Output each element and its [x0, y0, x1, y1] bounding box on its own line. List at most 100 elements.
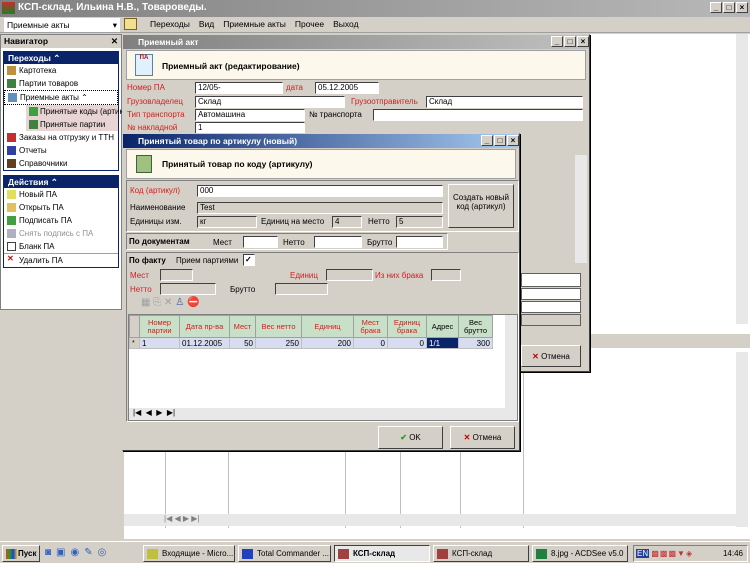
nav-item-reports[interactable]: Отчеты [4, 144, 118, 157]
bg-horizontal-scrollbar[interactable]: |◀ ◀ ▶ ▶| [124, 514, 736, 526]
group-actions[interactable]: Действия ⌃ [4, 176, 118, 188]
app-icon [2, 2, 15, 14]
col-brutto[interactable]: Вес брутто [458, 315, 493, 338]
units-label: Единицы изм. [130, 217, 182, 226]
nav-item-refs[interactable]: Справочники [4, 157, 118, 170]
action-sign[interactable]: Подписать ПА [4, 214, 118, 227]
group-perekhody[interactable]: Переходы ⌃ [4, 52, 118, 64]
nav-label: Приемные акты [20, 93, 79, 102]
cancel-button[interactable]: ✕ Отмена [450, 426, 515, 449]
col-places[interactable]: Мест [229, 315, 256, 338]
group-label: Переходы [8, 53, 51, 63]
nav-item-acts[interactable]: Приемные акты ⌃ [4, 90, 118, 105]
maximize-button[interactable]: □ [723, 2, 735, 13]
sender-field[interactable]: Склад [426, 96, 583, 108]
delete-row-icon[interactable]: ✕ [164, 297, 172, 308]
action-blank[interactable]: Бланк ПА [4, 240, 118, 254]
docs-netto-field[interactable] [314, 236, 362, 248]
batch-checkbox[interactable]: ✓ [243, 254, 255, 266]
action-new[interactable]: Новый ПА [4, 188, 118, 201]
start-button[interactable]: Пуск [2, 545, 40, 562]
user-icon[interactable]: ♙ [175, 297, 184, 308]
task-total-commander[interactable]: Total Commander ... [238, 545, 331, 562]
minimize-button[interactable]: _ [481, 135, 493, 146]
menu-prochee[interactable]: Прочее [295, 19, 324, 29]
nav-subitem-codes[interactable]: Принятые коды (артикулы) [26, 105, 140, 118]
cell-defect-units[interactable]: 0 [387, 337, 427, 349]
nav-item-partii[interactable]: Партии товаров [4, 77, 118, 90]
section-combo[interactable]: Приемные акты ▾ [4, 18, 120, 32]
nav-subitem-batches[interactable]: Принятые партии [26, 118, 118, 131]
cell-defect-places[interactable]: 0 [353, 337, 388, 349]
add-row-icon[interactable]: ▦ [141, 297, 150, 308]
docs-places-field[interactable] [243, 236, 278, 248]
cell-places[interactable]: 50 [229, 337, 256, 349]
task-ksp[interactable]: КСП-склад [433, 545, 529, 562]
close-icon[interactable]: ✕ [111, 36, 118, 47]
cell-date[interactable]: 01.12.2005 [179, 337, 230, 349]
col-units[interactable]: Единиц [301, 315, 354, 338]
create-code-button[interactable]: Создать новый код (артикул) [448, 184, 514, 228]
fact-netto-field [160, 283, 216, 295]
maximize-button[interactable]: □ [564, 36, 576, 47]
table-row[interactable]: * 1 01.12.2005 50 250 200 0 0 1/1 300 [129, 337, 493, 349]
docs-brutto-field[interactable] [396, 236, 443, 248]
owner-field[interactable]: Склад [195, 96, 345, 108]
col-address[interactable]: Адрес [426, 315, 459, 338]
menu-acts[interactable]: Приемные акты [223, 19, 286, 29]
ok-button[interactable]: ✔ OK [378, 426, 443, 449]
code-field[interactable]: 000 [197, 185, 443, 197]
bg-vertical-scrollbar[interactable] [736, 34, 748, 324]
pencil-icon[interactable]: ✎ [84, 547, 97, 558]
cell-batch-no[interactable]: 1 [139, 337, 180, 349]
task-acdsee[interactable]: 8.jpg - ACDSee v5.0 [532, 545, 628, 562]
col-netto[interactable]: Вес нетто [255, 315, 302, 338]
transport-type-field[interactable]: Автомашина [195, 109, 305, 121]
action-open[interactable]: Открыть ПА [4, 201, 118, 214]
language-indicator[interactable]: EN [636, 549, 650, 558]
orders-icon [7, 133, 16, 142]
transport-no-field[interactable] [373, 109, 583, 121]
cell-address[interactable]: 1/1 [426, 337, 459, 349]
task-label: КСП-склад [353, 549, 396, 558]
col-batch-no[interactable]: Номер партии [139, 315, 180, 338]
task-ksp-active[interactable]: КСП-склад [334, 545, 430, 562]
unsign-icon [7, 229, 16, 238]
cell-netto[interactable]: 250 [255, 337, 302, 349]
act-grid-vscroll[interactable] [575, 155, 587, 263]
maximize-button[interactable]: □ [494, 135, 506, 146]
stop-icon[interactable]: ⛔ [187, 297, 199, 308]
copy-icon[interactable]: ⎘ [153, 297, 161, 308]
number-field[interactable]: 12/05- [195, 82, 283, 94]
date-field[interactable]: 05.12.2005 [315, 82, 379, 94]
col-defect-places[interactable]: Мест брака [353, 315, 388, 338]
task-inbox[interactable]: Входящие - Micro... [143, 545, 235, 562]
save-icon[interactable]: ▣ [56, 547, 70, 558]
close-button[interactable]: × [507, 135, 519, 146]
outlook-icon[interactable]: ◙ [45, 547, 56, 558]
ksp-icon [338, 549, 349, 559]
cell-units[interactable]: 200 [301, 337, 354, 349]
col-date[interactable]: Дата пр-ва [179, 315, 230, 338]
minimize-button[interactable]: _ [551, 36, 563, 47]
nav-item-orders[interactable]: Заказы на отгрузку и ТТН [4, 131, 118, 144]
ie-icon[interactable]: ◉ [71, 547, 85, 558]
close-button[interactable]: × [577, 36, 589, 47]
act-cancel-button[interactable]: ✕ Отмена [521, 345, 581, 367]
up-folder-icon[interactable] [124, 18, 137, 30]
bg-vertical-scrollbar-2[interactable] [736, 352, 748, 527]
globe-icon[interactable]: ◎ [98, 547, 112, 558]
menu-vid[interactable]: Вид [199, 19, 214, 29]
grid-navigator[interactable]: |◀ ◀ ▶ ▶| [129, 408, 517, 420]
action-delete[interactable]: ✕ Удалить ПА [4, 254, 118, 267]
cell-brutto[interactable]: 300 [458, 337, 493, 349]
menu-perekhody[interactable]: Переходы [150, 19, 190, 29]
nav-item-kartoteka[interactable]: Картотека [4, 64, 118, 77]
cancel-label: Отмена [472, 433, 502, 442]
minimize-button[interactable]: _ [710, 2, 722, 13]
grid-vertical-scrollbar[interactable] [505, 315, 517, 408]
dialog-title-bar: Принятый товар по артикулу (новый) _ □ × [123, 134, 519, 148]
col-defect-units[interactable]: Единиц брака [387, 315, 427, 338]
close-button[interactable]: × [736, 2, 748, 13]
menu-exit[interactable]: Выход [333, 19, 358, 29]
